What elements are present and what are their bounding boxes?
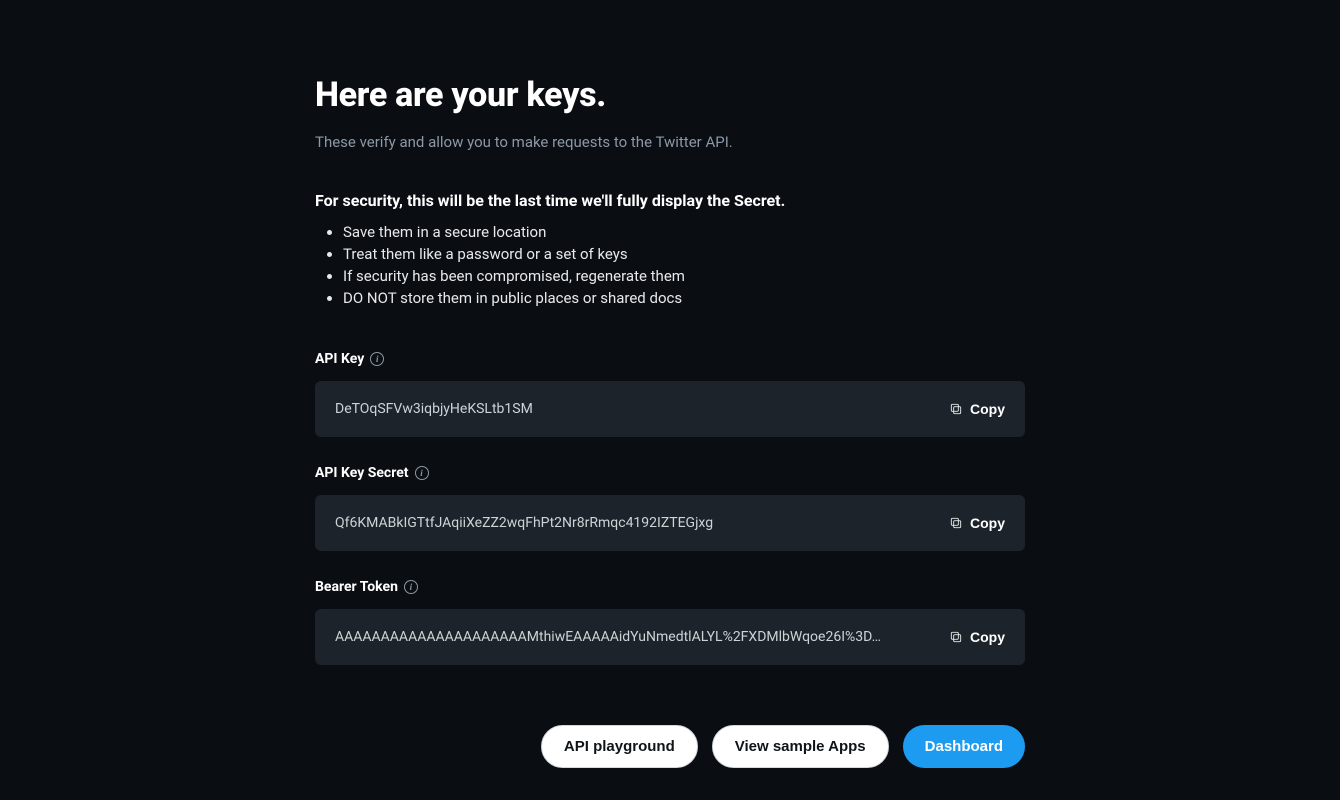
- copy-api-key-button[interactable]: Copy: [949, 401, 1005, 417]
- copy-icon: [949, 402, 963, 416]
- tip-item: Treat them like a password or a set of k…: [343, 244, 1025, 265]
- view-sample-apps-button[interactable]: View sample Apps: [712, 725, 889, 768]
- tip-item: Save them in a secure location: [343, 222, 1025, 243]
- copy-label: Copy: [970, 401, 1005, 417]
- copy-icon: [949, 630, 963, 644]
- api-playground-button[interactable]: API playground: [541, 725, 698, 768]
- api-key-label: API Key: [315, 351, 364, 367]
- info-icon[interactable]: i: [404, 580, 418, 594]
- api-key-secret-value: Qf6KMABkIGTtfJAqiiXeZZ2wqFhPt2Nr8rRmqc41…: [335, 515, 933, 531]
- api-key-secret-field: API Key Secret i Qf6KMABkIGTtfJAqiiXeZZ2…: [315, 465, 1025, 551]
- dashboard-button[interactable]: Dashboard: [903, 725, 1025, 768]
- api-key-value-box: DeTOqSFVw3iqbjyHeKSLtb1SM Copy: [315, 381, 1025, 437]
- copy-label: Copy: [970, 515, 1005, 531]
- tip-item: If security has been compromised, regene…: [343, 266, 1025, 287]
- bearer-token-field: Bearer Token i AAAAAAAAAAAAAAAAAAAAAMthi…: [315, 579, 1025, 665]
- page-subtitle: These verify and allow you to make reque…: [315, 133, 1025, 151]
- copy-label: Copy: [970, 629, 1005, 645]
- api-key-field: API Key i DeTOqSFVw3iqbjyHeKSLtb1SM Copy: [315, 351, 1025, 437]
- bearer-token-value: AAAAAAAAAAAAAAAAAAAAAMthiwEAAAAAidYuNmed…: [335, 629, 933, 645]
- bearer-token-value-box: AAAAAAAAAAAAAAAAAAAAAMthiwEAAAAAidYuNmed…: [315, 609, 1025, 665]
- api-key-value: DeTOqSFVw3iqbjyHeKSLtb1SM: [335, 401, 933, 417]
- security-heading: For security, this will be the last time…: [315, 191, 1025, 210]
- info-icon[interactable]: i: [370, 352, 384, 366]
- api-key-secret-label: API Key Secret: [315, 465, 409, 481]
- copy-api-key-secret-button[interactable]: Copy: [949, 515, 1005, 531]
- security-tips-list: Save them in a secure location Treat the…: [315, 222, 1025, 309]
- footer-button-row: API playground View sample Apps Dashboar…: [315, 725, 1025, 768]
- page-title: Here are your keys.: [315, 75, 1025, 115]
- bearer-token-label: Bearer Token: [315, 579, 398, 595]
- copy-icon: [949, 516, 963, 530]
- info-icon[interactable]: i: [415, 466, 429, 480]
- api-key-secret-value-box: Qf6KMABkIGTtfJAqiiXeZZ2wqFhPt2Nr8rRmqc41…: [315, 495, 1025, 551]
- tip-item: DO NOT store them in public places or sh…: [343, 288, 1025, 309]
- copy-bearer-token-button[interactable]: Copy: [949, 629, 1005, 645]
